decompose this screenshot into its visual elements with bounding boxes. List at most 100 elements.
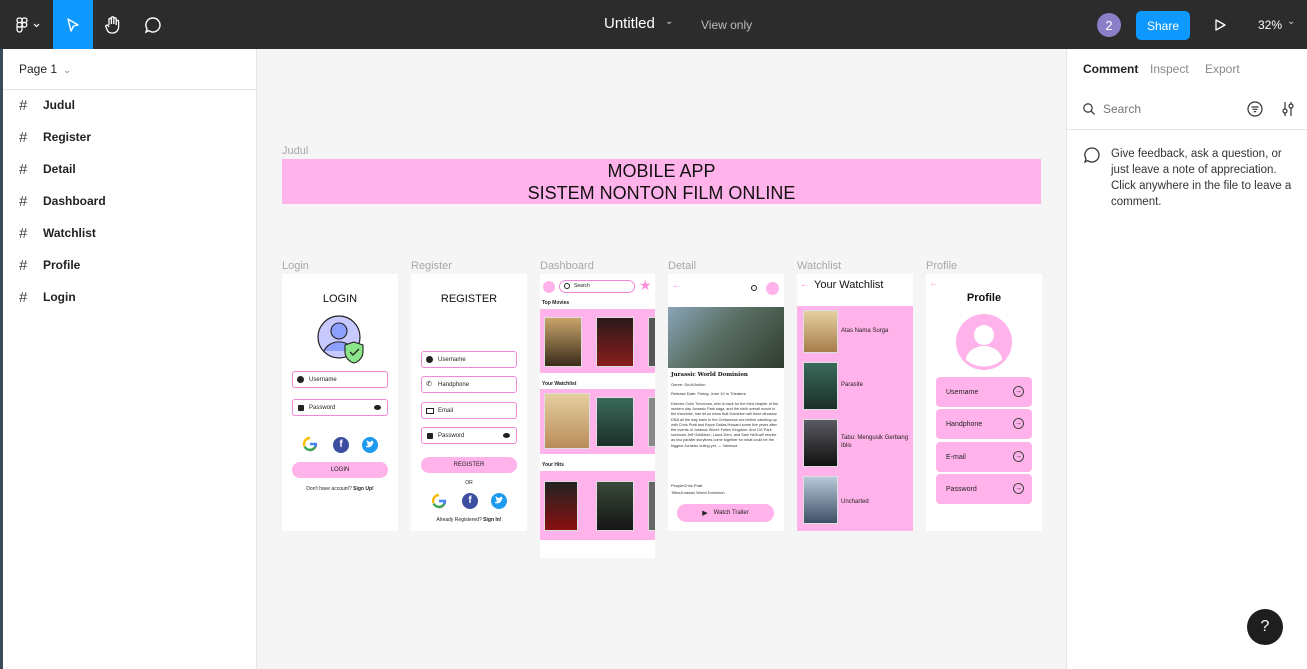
facebook-icon[interactable]: f xyxy=(333,437,349,453)
facebook-icon[interactable]: f xyxy=(462,493,478,509)
user-icon xyxy=(297,376,304,383)
google-icon[interactable] xyxy=(431,493,447,509)
file-title[interactable]: Untitled xyxy=(604,15,655,32)
dashboard-frame[interactable]: Search ★ Top Movies Your Watchlist Your … xyxy=(540,274,655,558)
frame-label-watchlist[interactable]: Watchlist xyxy=(797,260,841,272)
hand-tool-button[interactable] xyxy=(96,0,130,49)
watchlist-poster[interactable] xyxy=(803,310,838,353)
movie-poster[interactable] xyxy=(596,317,634,367)
twitter-icon[interactable] xyxy=(491,493,507,509)
handphone-field[interactable]: ✆ Handphone xyxy=(421,376,517,393)
back-arrow-icon[interactable]: ← xyxy=(800,279,810,290)
movie-poster[interactable] xyxy=(596,481,634,531)
profile-avatar-icon xyxy=(956,314,1012,370)
password-field[interactable]: Password xyxy=(292,399,388,416)
tab-export[interactable]: Export xyxy=(1205,62,1240,76)
search-icon xyxy=(564,283,570,289)
login-button[interactable]: LOGIN xyxy=(292,462,388,478)
movie-poster[interactable] xyxy=(648,397,655,447)
layer-item-watchlist[interactable]: # Watchlist xyxy=(19,223,96,243)
comment-hint-text: Give feedback, ask a question, or just l… xyxy=(1111,148,1292,208)
present-button[interactable] xyxy=(1206,0,1234,49)
layer-item-register[interactable]: # Register xyxy=(19,127,91,147)
comment-tool-button[interactable] xyxy=(136,0,170,49)
login-frame[interactable]: LOGIN Username Password f LOGIN Don't ha… xyxy=(282,274,398,531)
frame-label-detail[interactable]: Detail xyxy=(668,260,696,272)
collaborator-avatar[interactable]: 2 xyxy=(1097,13,1121,37)
page-selector[interactable]: Page 1 ⌄ xyxy=(19,62,71,76)
profile-item-label: Password xyxy=(946,485,977,493)
frame-label-login[interactable]: Login xyxy=(282,260,309,272)
movie-poster[interactable] xyxy=(544,393,590,449)
movie-poster[interactable] xyxy=(544,481,578,531)
eye-icon[interactable] xyxy=(503,433,510,438)
username-field[interactable]: Username xyxy=(292,371,388,388)
email-field[interactable]: Email xyxy=(421,402,517,419)
back-arrow-icon[interactable]: ← xyxy=(672,280,682,291)
signin-link[interactable]: Sign In! xyxy=(483,517,501,523)
watchlist-poster[interactable] xyxy=(803,362,838,410)
profile-item-username[interactable]: Username → xyxy=(936,377,1032,407)
filter-icon[interactable] xyxy=(1247,101,1263,117)
layer-label: Dashboard xyxy=(43,194,106,208)
frame-icon: # xyxy=(19,128,28,146)
settings-sliders-icon[interactable] xyxy=(1280,101,1296,117)
profile-item-handphone[interactable]: Handphone → xyxy=(936,409,1032,439)
password-field[interactable]: Password xyxy=(421,427,517,444)
movie-poster[interactable] xyxy=(648,317,655,367)
register-frame[interactable]: REGISTER Username ✆ Handphone Email Passw… xyxy=(411,274,527,531)
username-field[interactable]: Username xyxy=(421,351,517,368)
watchlist-poster[interactable] xyxy=(803,476,838,524)
movie-genre: Genre: Sci-fi/Action xyxy=(671,382,706,387)
signup-link[interactable]: Sign Up! xyxy=(353,486,374,492)
zoom-level[interactable]: 32% xyxy=(1258,18,1282,32)
profile-item-email[interactable]: E-mail → xyxy=(936,442,1032,472)
layer-item-dashboard[interactable]: # Dashboard xyxy=(19,191,106,211)
watchlist-frame[interactable]: ← Your Watchlist Atas Nama Surga Parasit… xyxy=(797,274,913,531)
layer-item-login[interactable]: # Login xyxy=(19,287,76,307)
eye-icon[interactable] xyxy=(374,405,381,410)
detail-frame[interactable]: ← Jurassic World Dominion Genre: Sci-fi/… xyxy=(668,274,784,531)
profile-item-password[interactable]: Password → xyxy=(936,474,1032,504)
move-tool-button[interactable] xyxy=(53,0,93,49)
help-button[interactable]: ? xyxy=(1247,609,1283,645)
profile-frame[interactable]: ← Profile Username → Handphone → E-mail → P… xyxy=(926,274,1042,531)
chevron-down-icon[interactable]: ⌄ xyxy=(665,16,673,27)
google-icon[interactable] xyxy=(302,436,318,452)
layer-item-detail[interactable]: # Detail xyxy=(19,159,76,179)
avatar[interactable] xyxy=(543,281,555,293)
search-bar[interactable]: Search xyxy=(559,280,635,293)
tab-comment[interactable]: Comment xyxy=(1083,62,1138,76)
frame-label-profile[interactable]: Profile xyxy=(926,260,957,272)
movie-poster[interactable] xyxy=(544,317,582,367)
comment-icon xyxy=(1083,147,1100,164)
watchlist-item-title[interactable]: Tabu: Mengusik Gerbang Iblis xyxy=(841,434,911,450)
password-placeholder: Password xyxy=(309,404,336,411)
watch-trailer-button[interactable]: ▶ Watch Trailer xyxy=(677,504,774,522)
zoom-chevron-icon[interactable]: ⌄ xyxy=(1287,16,1295,27)
twitter-icon[interactable] xyxy=(362,437,378,453)
avatar[interactable] xyxy=(766,282,779,295)
search-icon[interactable] xyxy=(751,285,757,291)
phone-icon: ✆ xyxy=(426,381,432,388)
frame-label-judul[interactable]: Judul xyxy=(282,145,308,157)
tab-inspect[interactable]: Inspect xyxy=(1150,62,1189,76)
movie-synopsis: Director Colin Trevorrow, who is back fo… xyxy=(671,402,779,448)
movie-poster[interactable] xyxy=(648,481,655,531)
comment-search-input[interactable]: Search xyxy=(1103,102,1141,116)
frame-label-dashboard[interactable]: Dashboard xyxy=(540,260,594,272)
movie-poster[interactable] xyxy=(596,397,634,447)
watchlist-item-title[interactable]: Uncharted xyxy=(841,499,869,505)
main-menu-button[interactable] xyxy=(10,0,46,49)
watchlist-poster[interactable] xyxy=(803,419,838,467)
register-button[interactable]: REGISTER xyxy=(421,457,517,473)
watchlist-item-title[interactable]: Parasite xyxy=(841,382,863,388)
star-icon[interactable]: ★ xyxy=(639,277,652,294)
layer-item-judul[interactable]: # Judul xyxy=(19,95,75,115)
share-button[interactable]: Share xyxy=(1136,11,1190,40)
judul-frame[interactable]: MOBILE APP SISTEM NONTON FILM ONLINE xyxy=(282,159,1041,204)
watchlist-item-title[interactable]: Atas Nama Surga xyxy=(841,328,888,334)
back-arrow-icon[interactable]: ← xyxy=(929,278,939,289)
layer-item-profile[interactable]: # Profile xyxy=(19,255,80,275)
frame-label-register[interactable]: Register xyxy=(411,260,452,272)
